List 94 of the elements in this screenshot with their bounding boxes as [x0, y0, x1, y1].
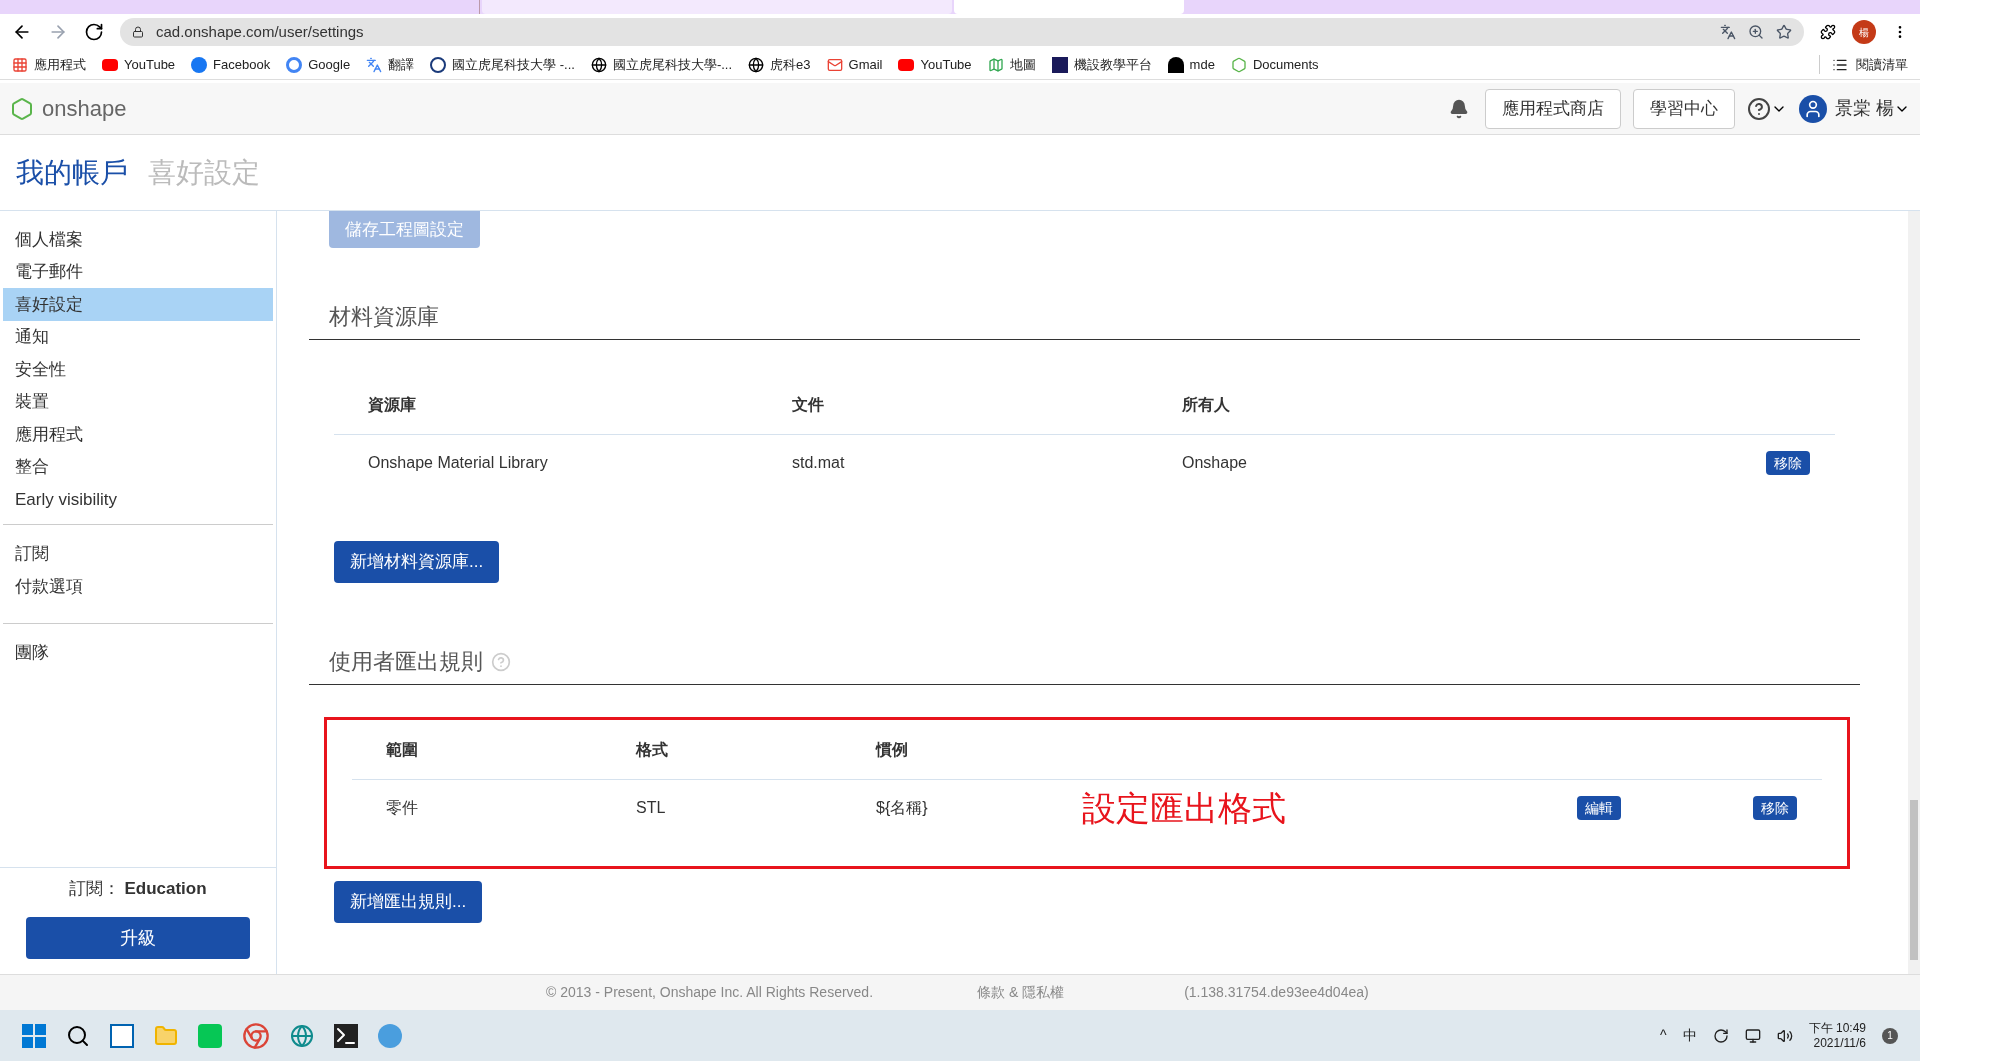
map-icon: [987, 56, 1004, 73]
help-icon[interactable]: [1747, 96, 1771, 121]
bookmark-link[interactable]: 翻譯: [388, 54, 415, 75]
remove-button[interactable]: 移除: [1753, 796, 1797, 820]
bookmark-link[interactable]: 應用程式: [34, 54, 86, 75]
globe-icon: [748, 56, 765, 73]
page-title[interactable]: 我的帳戶: [16, 151, 128, 194]
user-avatar[interactable]: [1799, 94, 1827, 123]
edit-button[interactable]: 編輯: [1577, 796, 1621, 820]
profile-avatar[interactable]: 楊: [1852, 20, 1876, 44]
extensions-icon[interactable]: [1820, 24, 1836, 40]
column-header: 慣例: [874, 739, 909, 760]
remove-button[interactable]: 移除: [1766, 451, 1810, 475]
apps-icon: [12, 56, 28, 73]
column-header: 資源庫: [367, 394, 417, 415]
logo-text: onshape: [42, 95, 127, 123]
copyright-text: © 2013 - Present, Onshape Inc. All Rights Reserved.: [546, 983, 874, 1002]
sidebar-item[interactable]: 裝置: [3, 385, 273, 418]
bookmark-link[interactable]: Facebook: [213, 54, 271, 75]
bookmark-link[interactable]: Google: [308, 54, 351, 75]
add-library-button[interactable]: 新增材料資源庫...: [334, 541, 500, 583]
search-icon[interactable]: [66, 1023, 90, 1048]
bookmark-link[interactable]: YouTube: [124, 54, 176, 75]
sidebar-item[interactable]: 團隊: [3, 636, 273, 669]
user-name[interactable]: 景棠 楊: [1835, 95, 1894, 122]
section-title: 使用者匯出規則: [329, 648, 483, 676]
learning-center-button[interactable]: 學習中心: [1633, 88, 1735, 129]
logo-icon: [10, 96, 34, 121]
lock-icon: [132, 26, 144, 38]
table-cell-text: Onshape Material Library: [367, 453, 549, 473]
reload-icon[interactable]: [84, 22, 104, 42]
column-header: 所有人: [1181, 394, 1231, 415]
section-title: 材料資源庫: [329, 303, 439, 331]
windows-icon[interactable]: [22, 1023, 46, 1048]
address-bar[interactable]: cad.onshape.com/user/settings: [120, 18, 1804, 46]
task-view-icon[interactable]: [110, 1023, 134, 1048]
square-icon: [1051, 56, 1068, 73]
sidebar-item[interactable]: 安全性: [3, 353, 273, 386]
bookmark-link[interactable]: Gmail: [848, 54, 883, 75]
bookmark-link[interactable]: mde: [1189, 54, 1215, 75]
column-header: 範圍: [385, 739, 419, 760]
notification-badge[interactable]: 1: [1882, 1027, 1898, 1044]
zoom-icon[interactable]: [1748, 24, 1764, 40]
bookmark-link[interactable]: Documents: [1252, 54, 1319, 75]
subscription-label: 訂閱：: [69, 877, 121, 900]
sidebar-item[interactable]: Early visibility: [3, 483, 273, 516]
sidebar-item[interactable]: 付款選項: [3, 570, 273, 603]
column-header: 文件: [791, 394, 825, 415]
hexagon-icon: [1230, 56, 1247, 73]
sidebar-item[interactable]: 電子郵件: [3, 255, 273, 288]
table-cell-text: ${名稱}: [875, 798, 929, 818]
chrome-icon[interactable]: [242, 1021, 270, 1050]
reading-list-link[interactable]: 閱讀清單: [1856, 54, 1908, 75]
refresh-icon[interactable]: [1712, 1027, 1729, 1044]
sidebar-item[interactable]: 應用程式: [3, 418, 273, 451]
sidebar-item[interactable]: 個人檔案: [3, 223, 273, 256]
notifications-icon[interactable]: [1449, 98, 1469, 119]
column-header: 格式: [634, 739, 669, 760]
bookmark-link[interactable]: 機設教學平台: [1073, 54, 1152, 75]
url-text: cad.onshape.com/user/settings: [156, 21, 364, 42]
tray-arrow[interactable]: ^: [1660, 1025, 1667, 1046]
scrollbar[interactable]: [1908, 211, 1920, 974]
add-export-rule-button[interactable]: 新增匯出規則...: [334, 881, 483, 923]
translate-icon: [366, 56, 383, 73]
bookmark-link[interactable]: 國立虎尾科技大學-...: [612, 54, 733, 75]
star-icon[interactable]: [1776, 24, 1792, 40]
sidebar-item[interactable]: 整合: [3, 450, 273, 483]
table-cell-text: std.mat: [791, 453, 846, 473]
upgrade-button[interactable]: 升級: [26, 917, 250, 959]
table-cell-text: STL: [635, 798, 667, 818]
page-subtitle: 喜好設定: [148, 155, 260, 190]
bookmark-link[interactable]: 地圖: [1009, 54, 1036, 75]
bookmark-link[interactable]: YouTube: [920, 54, 972, 75]
clock-date[interactable]: 2021/11/6: [1813, 1035, 1866, 1051]
translate-icon[interactable]: [1720, 24, 1736, 40]
subscription-plan: Education: [124, 877, 207, 900]
terminal-icon[interactable]: [334, 1023, 358, 1048]
table-cell-text: Onshape: [1181, 453, 1248, 473]
clock-time[interactable]: 下午 10:49: [1808, 1020, 1866, 1036]
ime-indicator[interactable]: 中: [1682, 1025, 1697, 1046]
sidebar-item[interactable]: 通知: [3, 320, 273, 353]
bookmark-link[interactable]: 國立虎尾科技大學 -...: [452, 54, 575, 75]
network-icon[interactable]: [1744, 1027, 1761, 1044]
mail-icon: [826, 56, 843, 73]
sidebar-item[interactable]: 喜好設定: [3, 288, 273, 321]
bookmark-link[interactable]: 虎科e3: [770, 54, 811, 75]
version-text: (1.138.31754.de93ee4d04ea): [1184, 983, 1369, 1002]
sidebar-item[interactable]: 訂閱: [3, 537, 273, 570]
annotation-text: 設定匯出格式: [1082, 787, 1286, 829]
volume-icon[interactable]: [1776, 1027, 1793, 1044]
globe-icon: [590, 56, 607, 73]
app-store-button[interactable]: 應用程式商店: [1485, 88, 1621, 129]
edge-icon[interactable]: [290, 1023, 314, 1048]
table-cell-text: 零件: [385, 798, 419, 818]
